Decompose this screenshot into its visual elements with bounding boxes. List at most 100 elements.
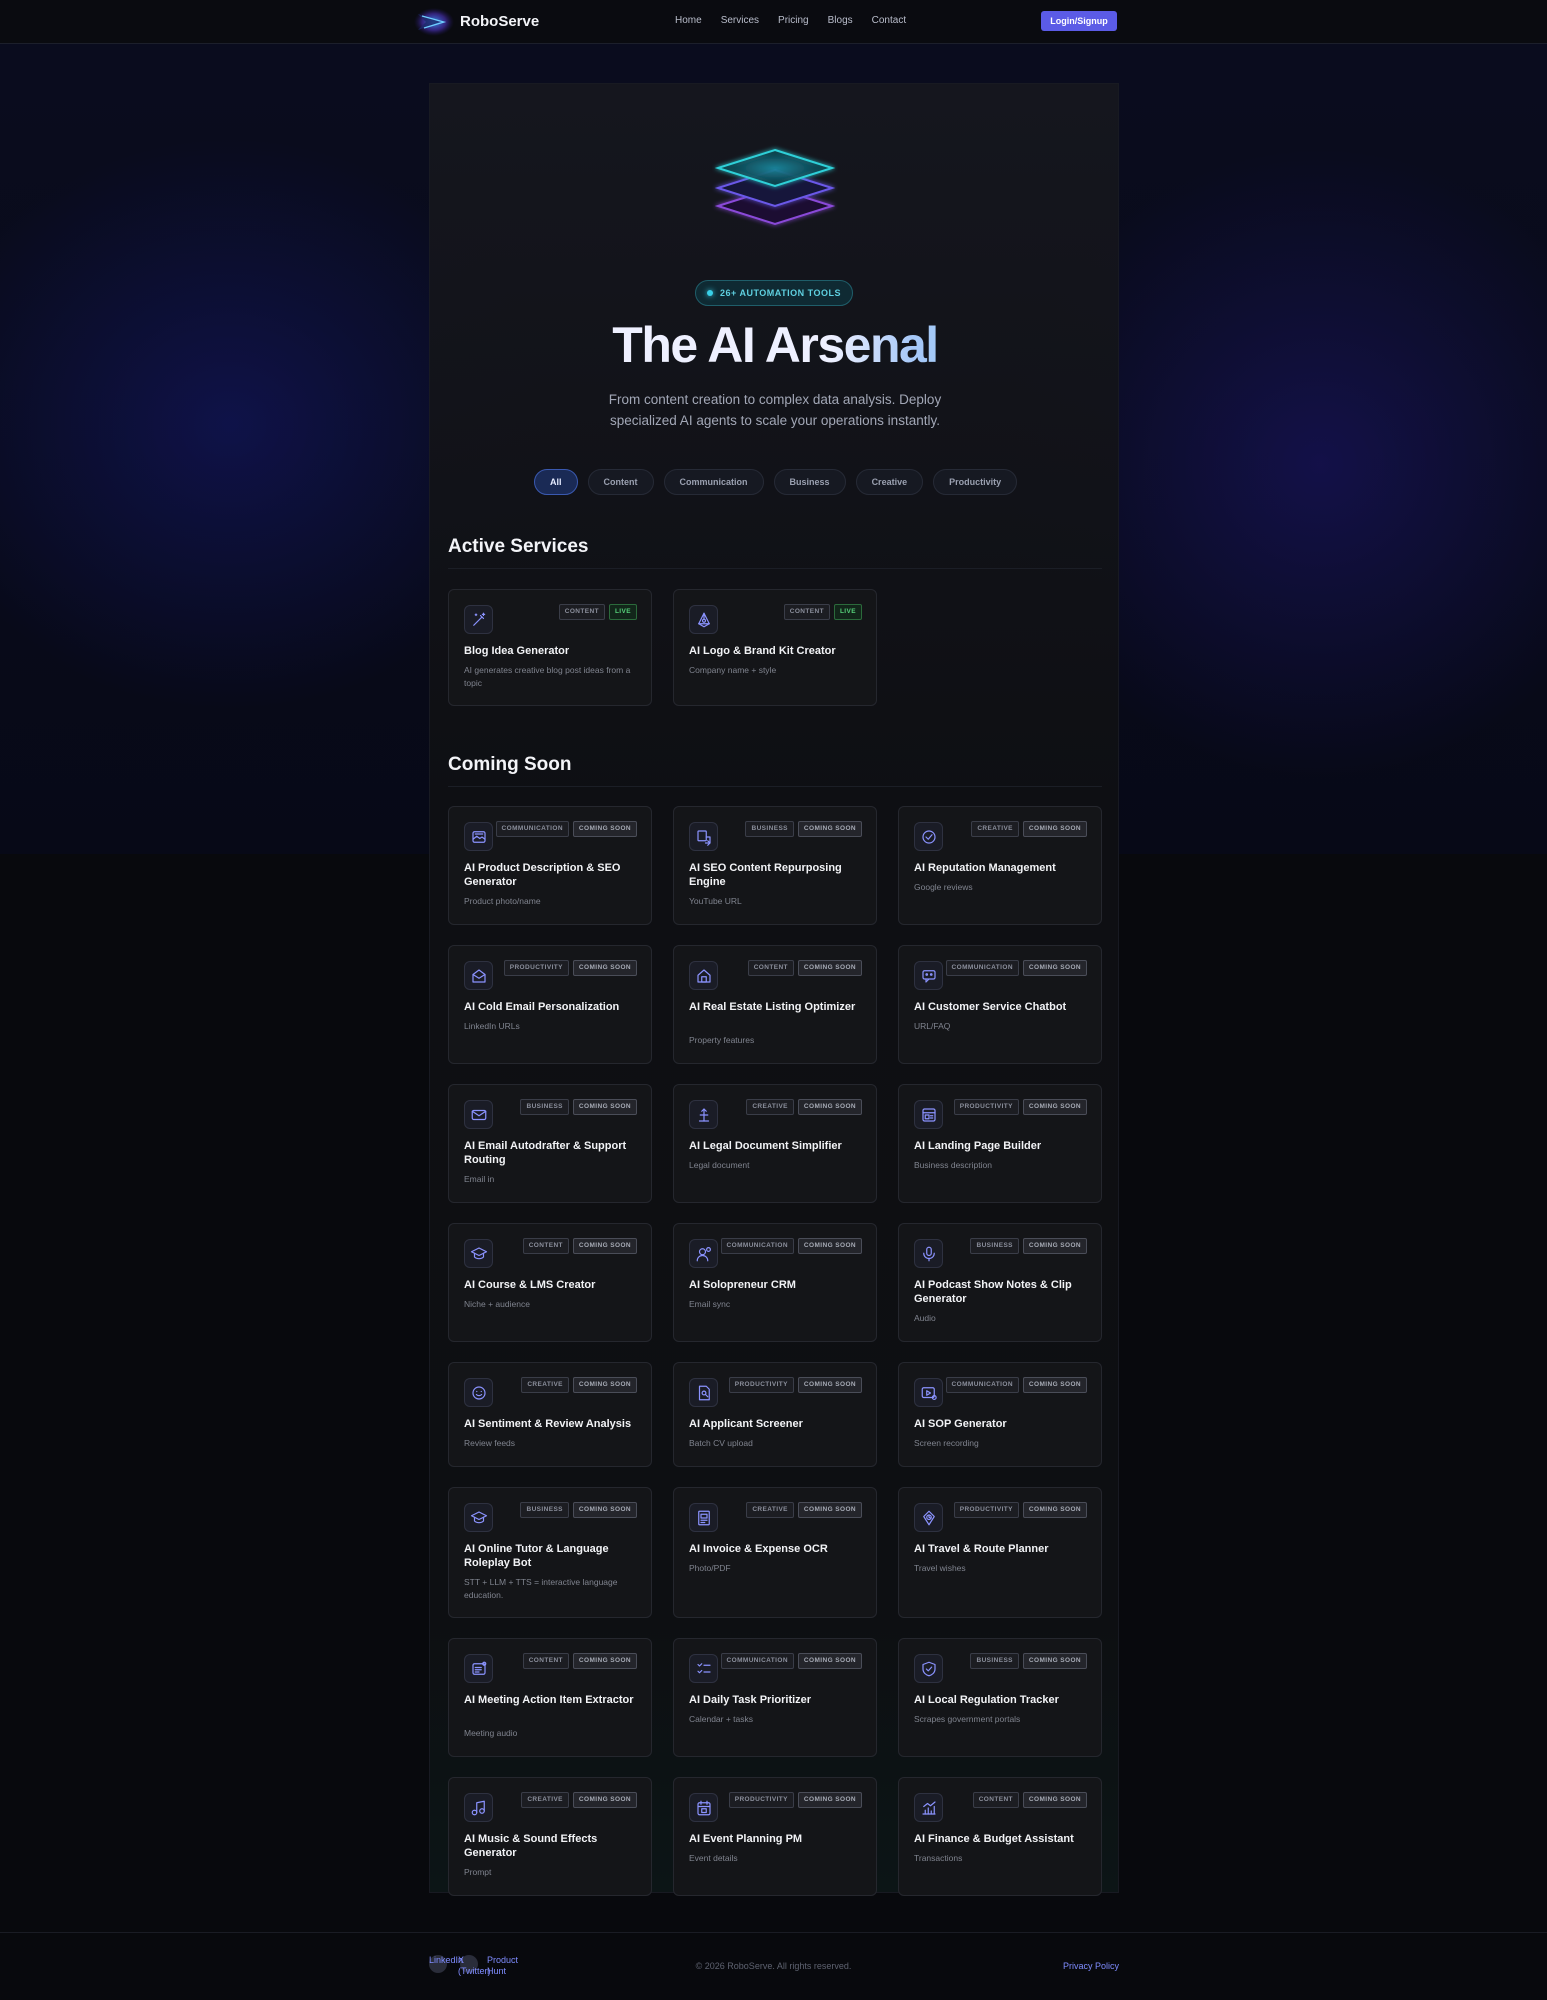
automation-tools-badge: 26+ AUTOMATION TOOLS <box>695 280 853 306</box>
card-tags: CREATIVE COMING SOON <box>746 1502 862 1518</box>
login-signup-button[interactable]: Login/Signup <box>1041 11 1117 31</box>
filter-all[interactable]: All <box>534 469 578 495</box>
status-tag: COMING SOON <box>572 960 637 976</box>
service-card[interactable]: PRODUCTIVITY COMING SOON AI Applicant Scre… <box>673 1362 877 1467</box>
filter-business[interactable]: Business <box>773 469 846 495</box>
card-title: AI Podcast Show Notes & Clip Generator <box>914 1279 1072 1305</box>
service-card[interactable]: COMMUNICATION COMING SOON AI Daily Task Pr… <box>673 1638 877 1757</box>
service-card[interactable]: CREATIVE COMING SOON AI Invoice & Expense … <box>673 1487 877 1618</box>
repurpose-icon <box>689 822 718 851</box>
route-icon <box>914 1503 943 1532</box>
service-card[interactable]: PRODUCTIVITY COMING SOON AI Travel & Route… <box>898 1487 1102 1618</box>
service-card[interactable]: CONTENT COMING SOON AI Finance & Budget As… <box>898 1777 1102 1896</box>
service-card[interactable]: CONTENT COMING SOON AI Course & LMS Creato… <box>448 1223 652 1342</box>
category-tag: BUSINESS <box>970 1653 1019 1669</box>
card-description: URL/FAQ <box>914 1021 951 1031</box>
legal-icon <box>689 1100 718 1129</box>
card-tags: CONTENT LIVE <box>783 604 862 620</box>
card-description: YouTube URL <box>689 896 742 906</box>
status-tag: COMING SOON <box>1022 1377 1087 1393</box>
status-tag: LIVE <box>608 604 637 620</box>
card-title: AI Invoice & Expense OCR <box>689 1543 828 1555</box>
card-title: AI Applicant Screener <box>689 1418 803 1430</box>
category-tag: BUSINESS <box>745 821 794 837</box>
category-tag: COMMUNICATION <box>945 960 1019 976</box>
status-tag: COMING SOON <box>1022 1238 1087 1254</box>
service-card[interactable]: PRODUCTIVITY COMING SOON AI Event Planning… <box>673 1777 877 1896</box>
card-tags: CONTENT COMING SOON <box>522 1238 637 1254</box>
service-card[interactable]: CREATIVE COMING SOON AI Legal Document Sim… <box>673 1084 877 1203</box>
status-tag: COMING SOON <box>797 1792 862 1808</box>
service-card[interactable]: CONTENT LIVE AI Logo & Brand Kit Creator Co… <box>673 589 877 706</box>
card-description: Legal document <box>689 1160 750 1170</box>
status-dot-icon <box>707 290 714 296</box>
card-tags: CONTENT COMING SOON <box>972 1792 1087 1808</box>
filter-creative[interactable]: Creative <box>855 469 924 495</box>
service-card[interactable]: COMMUNICATION COMING SOON AI SOP Generator… <box>898 1362 1102 1467</box>
service-card[interactable]: BUSINESS COMING SOON AI Podcast Show Notes… <box>898 1223 1102 1342</box>
service-card[interactable]: BUSINESS COMING SOON AI Online Tutor & Lan… <box>448 1487 652 1618</box>
card-title: AI Landing Page Builder <box>914 1140 1042 1152</box>
service-card[interactable]: CONTENT COMING SOON AI Meeting Action Item… <box>448 1638 652 1757</box>
status-tag: COMING SOON <box>797 960 862 976</box>
service-card[interactable]: COMMUNICATION COMING SOON AI Customer Serv… <box>898 945 1102 1064</box>
service-card[interactable]: BUSINESS COMING SOON AI SEO Content Repurp… <box>673 806 877 925</box>
card-description: Review feeds <box>464 1438 516 1448</box>
status-tag: COMING SOON <box>1022 821 1087 837</box>
card-title: AI Legal Document Simplifier <box>689 1140 842 1152</box>
card-tags: CREATIVE COMING SOON <box>521 1377 637 1393</box>
service-card[interactable]: CREATIVE COMING SOON AI Music & Sound Effe… <box>448 1777 652 1896</box>
nav-link-pricing[interactable]: Pricing <box>778 15 809 26</box>
card-tags: CONTENT COMING SOON <box>522 1653 637 1669</box>
active-services-heading: Active Services <box>448 536 589 557</box>
card-tags: CREATIVE COMING SOON <box>521 1792 637 1808</box>
service-card[interactable]: COMMUNICATION COMING SOON AI Solopreneur C… <box>673 1223 877 1342</box>
category-tag: CONTENT <box>558 604 605 620</box>
card-title: AI Meeting Action Item Extractor <box>464 1694 634 1706</box>
brand-name[interactable]: RoboServe <box>460 13 539 30</box>
chat-bot-icon <box>914 961 943 990</box>
checklist-icon <box>689 1654 718 1683</box>
service-card[interactable]: CREATIVE COMING SOON AI Sentiment & Review… <box>448 1362 652 1467</box>
category-tag: BUSINESS <box>520 1502 569 1518</box>
card-title: AI Product Description & SEO Generator <box>464 862 621 888</box>
service-card[interactable]: CONTENT LIVE Blog Idea Generator AI generat… <box>448 589 652 706</box>
service-card[interactable]: BUSINESS COMING SOON AI Local Regulation T… <box>898 1638 1102 1757</box>
card-description: Product photo/name <box>464 896 541 906</box>
filter-content[interactable]: Content <box>587 469 654 495</box>
status-tag: COMING SOON <box>572 1099 637 1115</box>
service-card[interactable]: COMMUNICATION COMING SOON AI Product Descr… <box>448 806 652 925</box>
service-card[interactable]: PRODUCTIVITY COMING SOON AI Cold Email Per… <box>448 945 652 1064</box>
status-tag: COMING SOON <box>572 1792 637 1808</box>
filter-communication[interactable]: Communication <box>663 469 764 495</box>
service-card[interactable]: PRODUCTIVITY COMING SOON AI Landing Page B… <box>898 1084 1102 1203</box>
chart-icon <box>914 1793 943 1822</box>
card-title: AI Daily Task Prioritizer <box>689 1694 812 1706</box>
nav-link-home[interactable]: Home <box>675 15 702 26</box>
badge-label: 26+ AUTOMATION TOOLS <box>720 288 841 298</box>
card-title: AI Music & Sound Effects Generator <box>464 1833 598 1859</box>
smile-icon <box>464 1378 493 1407</box>
service-card[interactable]: CONTENT COMING SOON AI Real Estate Listing… <box>673 945 877 1064</box>
category-tag: PRODUCTIVITY <box>728 1377 794 1393</box>
card-description: Property features <box>689 1035 755 1045</box>
service-card[interactable]: BUSINESS COMING SOON AI Email Autodrafter … <box>448 1084 652 1203</box>
card-title: AI Logo & Brand Kit Creator <box>689 645 836 657</box>
microphone-icon <box>914 1239 943 1268</box>
filter-productivity[interactable]: Productivity <box>933 469 1018 495</box>
service-card[interactable]: CREATIVE COMING SOON AI Reputation Managem… <box>898 806 1102 925</box>
nav-link-blogs[interactable]: Blogs <box>828 15 853 26</box>
nav-link-contact[interactable]: Contact <box>872 15 906 26</box>
category-tag: BUSINESS <box>970 1238 1019 1254</box>
category-tag: CREATIVE <box>746 1099 794 1115</box>
card-description: Calendar + tasks <box>689 1714 754 1724</box>
roboserve-logo-icon[interactable] <box>410 6 454 38</box>
top-navbar: RoboServe Home Services Pricing Blogs Co… <box>0 0 1547 44</box>
card-tags: COMMUNICATION COMING SOON <box>720 1238 862 1254</box>
category-filters: All Content Communication Business Creat… <box>534 469 1018 495</box>
privacy-policy-link[interactable]: Privacy Policy <box>1063 1961 1119 1971</box>
card-description: Screen recording <box>914 1438 979 1448</box>
card-title: AI Real Estate Listing Optimizer <box>689 1001 856 1013</box>
card-title: AI Sentiment & Review Analysis <box>464 1418 632 1430</box>
nav-link-services[interactable]: Services <box>721 15 759 26</box>
